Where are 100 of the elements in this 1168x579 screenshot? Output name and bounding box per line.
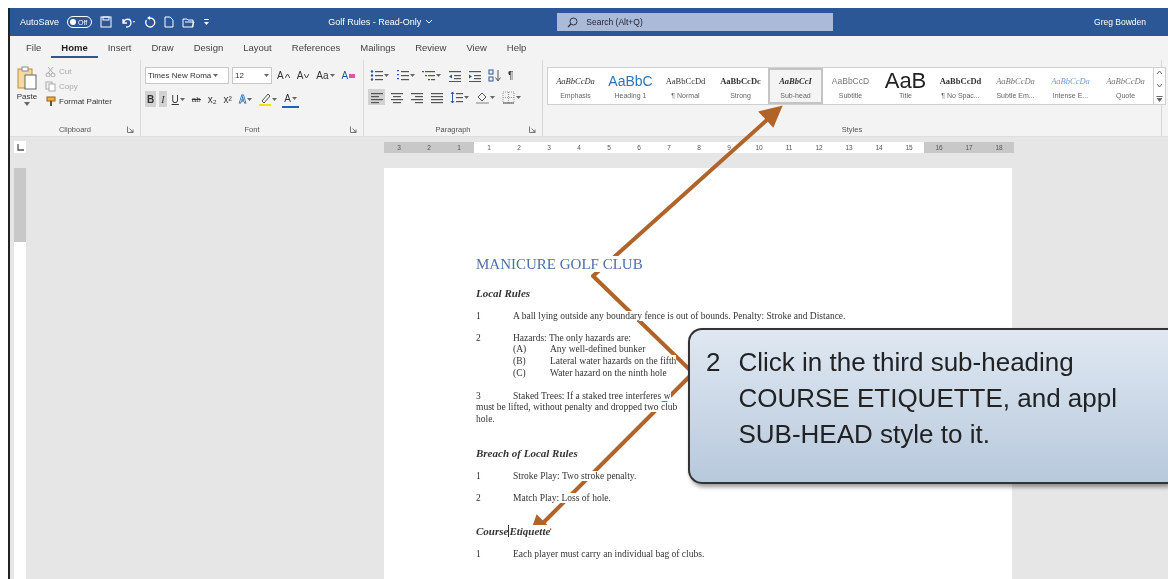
search-icon <box>567 16 579 28</box>
item-number: 3 <box>476 391 482 401</box>
align-left-button[interactable] <box>368 89 385 105</box>
clear-format-button[interactable]: A <box>339 67 358 84</box>
caret-icon <box>384 73 389 77</box>
step-number: 2 <box>706 346 721 379</box>
dropdown-icon[interactable] <box>203 18 211 26</box>
clipboard-icon <box>16 65 38 91</box>
ribbon-tab[interactable]: References <box>281 38 351 58</box>
borders-button[interactable] <box>500 89 523 105</box>
ribbon-tab[interactable]: Insert <box>97 38 142 58</box>
painter-button[interactable]: Format Painter <box>44 95 113 108</box>
paragraph-text: Any well-defined bunker <box>550 343 646 355</box>
caret-icon <box>213 74 219 77</box>
item-label: (A) <box>513 343 528 355</box>
caret-icon <box>436 73 441 77</box>
paragraph-text: hole. <box>476 414 495 424</box>
ribbon-tab[interactable]: Mailings <box>350 38 406 58</box>
caret-icon <box>247 97 253 101</box>
superscript-button[interactable]: x² <box>221 91 234 107</box>
scissors-icon <box>45 66 56 77</box>
caret-icon <box>24 102 30 106</box>
align-center-icon <box>390 90 403 104</box>
document-title[interactable]: Golf Rules - Read-Only <box>328 17 434 27</box>
autosave-label: AutoSave <box>20 17 60 27</box>
numbering-icon <box>396 68 409 82</box>
bullets-button[interactable] <box>368 67 391 83</box>
sort-button[interactable] <box>486 67 503 83</box>
shrink-font-button[interactable]: A <box>294 67 312 84</box>
item-number: 2 <box>476 493 482 503</box>
sort-icon <box>488 68 501 82</box>
search-field[interactable]: Search (Alt+Q) <box>557 13 834 31</box>
caret-down-icon <box>304 73 310 78</box>
paste-button[interactable]: Paste <box>14 63 40 123</box>
paragraph-text: Water hazard on the ninth hole <box>550 367 667 379</box>
ribbon-tab[interactable]: Design <box>183 38 234 58</box>
ribbon-tab[interactable]: Help <box>496 38 537 58</box>
ribbon-tab[interactable]: Review <box>405 38 457 58</box>
spacing-button[interactable] <box>448 89 471 105</box>
change-case-button[interactable]: Aa <box>314 67 337 84</box>
caret-icon <box>329 74 335 77</box>
caret-icon <box>179 97 185 101</box>
numbering-button[interactable] <box>394 67 417 83</box>
chevron-icon[interactable] <box>425 19 434 25</box>
scroll-down-icon[interactable] <box>1156 83 1163 88</box>
undo-icon[interactable] <box>120 16 137 28</box>
strikethrough-button[interactable]: ab <box>189 91 203 107</box>
launcher-icon[interactable] <box>529 126 536 133</box>
ribbon-tab[interactable]: Layout <box>233 38 282 58</box>
caret-icon <box>490 95 495 99</box>
decrease-indent-icon <box>448 68 461 82</box>
grow-font-button[interactable]: A <box>275 67 292 84</box>
borders-icon <box>502 90 515 104</box>
font-color-button[interactable]: A <box>282 90 299 108</box>
paint-bucket-icon <box>476 90 489 104</box>
sub-heading: Etiquette <box>509 525 551 537</box>
bullets-icon <box>370 68 383 82</box>
launcher-icon[interactable] <box>127 126 134 133</box>
ribbon-tab[interactable]: File <box>16 38 52 58</box>
highlight-button[interactable] <box>257 91 280 107</box>
paragraph-text: Each player must carry an individual bag of clubs. <box>513 549 705 559</box>
caret-icon <box>464 95 469 99</box>
save-icon[interactable] <box>100 16 113 28</box>
ribbon-tab[interactable]: View <box>456 38 497 58</box>
user-name[interactable]: Greg Bowden <box>1094 17 1146 27</box>
font-size-field[interactable]: 12 <box>232 67 272 84</box>
multilevel-list-icon <box>422 68 435 82</box>
paragraph-text: A ball lying outside any boundary fence is out of bounds. Penalty: Stroke and Distance. <box>513 311 846 321</box>
folder-icon[interactable] <box>182 16 196 28</box>
sub-heading: Course <box>476 525 509 537</box>
instruction-text: COURSE ETIQUETTE, and appl <box>738 382 1118 415</box>
tab-stop-icon[interactable] <box>16 143 24 151</box>
redo-icon[interactable] <box>144 16 157 28</box>
item-label: (B) <box>513 355 527 367</box>
caret-icon <box>516 95 521 99</box>
instruction-text: SUB-HEAD style to it. <box>738 418 991 451</box>
item-number: 1 <box>476 311 482 321</box>
ribbon-tab[interactable]: Draw <box>141 38 184 58</box>
paragraph-text: Staked Trees: If a staked tree interferes w <box>513 391 671 401</box>
caret-icon <box>410 73 415 77</box>
item-label: (C) <box>513 367 527 379</box>
document-title-text: MANICURE GOLF CLUB <box>476 256 643 272</box>
brush-icon <box>45 96 56 107</box>
font-name-field[interactable]: Times New Roma <box>145 67 229 84</box>
new-document-icon[interactable] <box>164 16 175 28</box>
subscript-button[interactable]: x₂ <box>205 91 219 107</box>
increase-indent-icon <box>468 68 481 82</box>
bold-button[interactable]: B <box>145 91 157 107</box>
italic-button[interactable]: I <box>159 91 167 107</box>
launcher-icon[interactable] <box>350 126 357 133</box>
paragraph-text: Match Play: Loss of hole. <box>513 493 611 503</box>
more-icon[interactable] <box>1156 96 1163 102</box>
item-number: 1 <box>476 549 482 559</box>
underline-button[interactable]: U <box>169 91 187 107</box>
show-marks-button[interactable]: ¶ <box>506 67 516 83</box>
eraser-icon <box>349 72 356 79</box>
ribbon-tab[interactable]: Home <box>51 38 98 58</box>
caret-up-icon <box>284 73 290 78</box>
sub-heading: Breach of Local Rules <box>476 447 578 459</box>
scroll-up-icon[interactable] <box>1156 70 1163 75</box>
